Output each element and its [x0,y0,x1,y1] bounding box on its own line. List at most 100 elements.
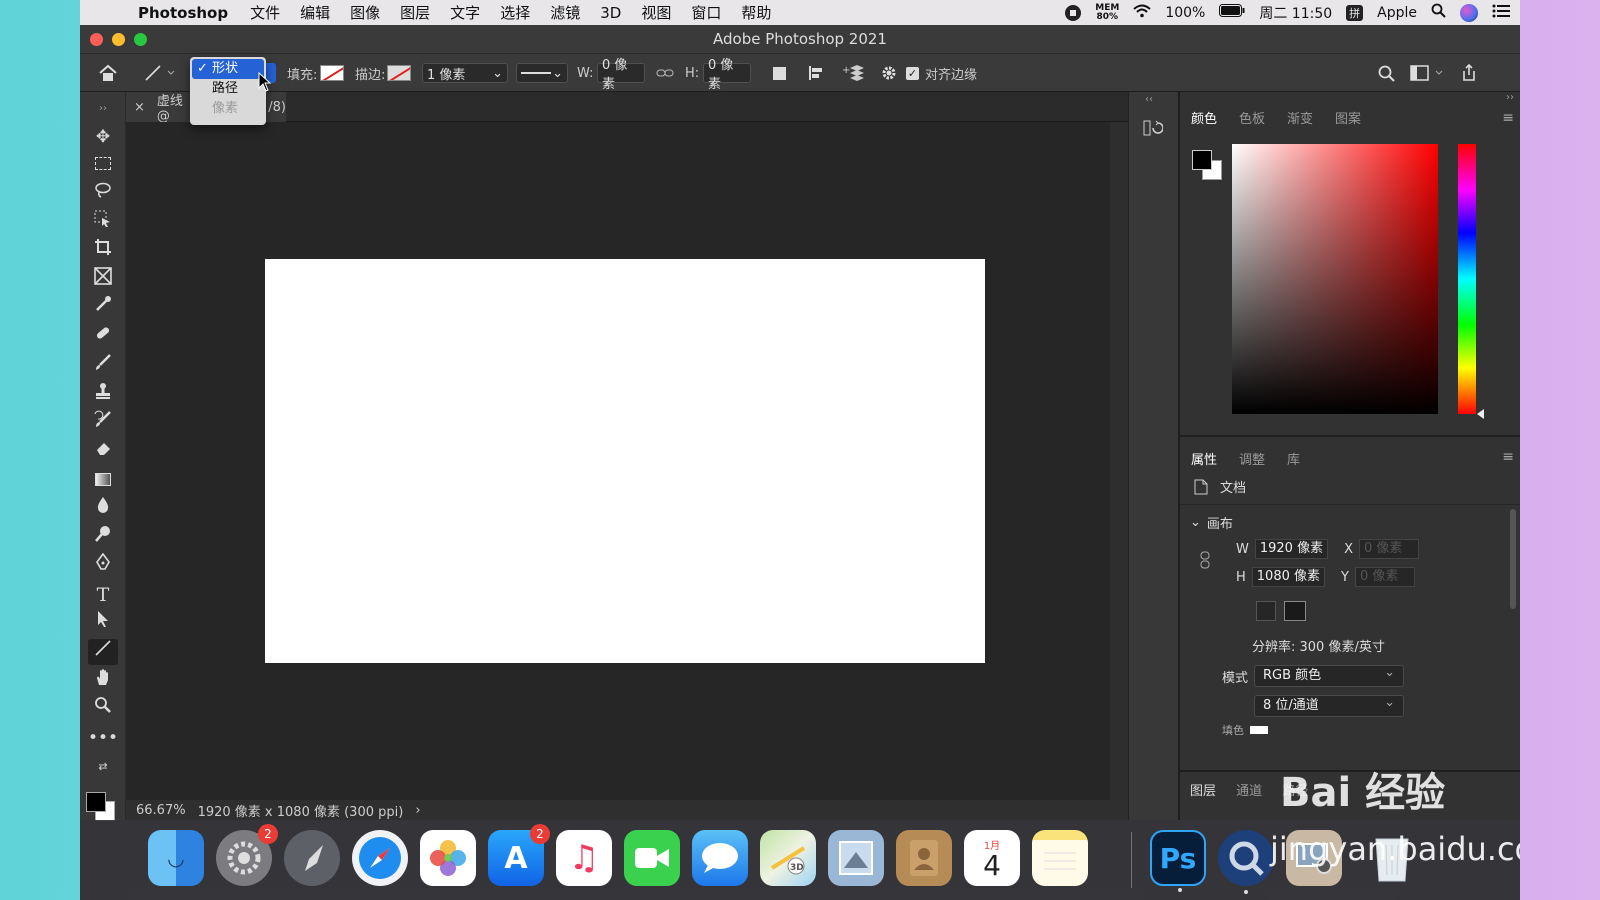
screen-record-icon[interactable] [1065,4,1082,21]
link-dimensions-icon[interactable] [656,54,674,92]
clone-stamp-tool-icon[interactable] [88,382,118,408]
zoom-window-button[interactable] [134,33,147,46]
menu-app-name[interactable]: Photoshop [138,4,228,22]
siri-icon[interactable] [1460,3,1478,22]
bit-depth-select[interactable]: 8 位/通道 [1254,693,1404,717]
close-window-button[interactable] [90,33,103,46]
object-selection-tool-icon[interactable] [88,210,118,236]
foreground-color-swatch[interactable] [86,792,106,812]
gear-icon[interactable] [880,54,898,92]
tab-color[interactable]: 颜色 [1180,108,1228,127]
menu-help[interactable]: 帮助 [741,2,771,23]
align-edges-checkbox[interactable]: ✓ [906,66,919,80]
stroke-swatch[interactable] [387,54,411,92]
canvas-x-field[interactable]: 0 像素 [1358,539,1419,559]
tab-layers[interactable]: 图层 [1190,784,1216,799]
messages-icon[interactable] [692,830,748,886]
input-method-icon[interactable]: 拼 [1346,4,1364,21]
lasso-tool-icon[interactable] [88,181,118,207]
clock[interactable]: 周二 11:50 [1259,3,1332,23]
menu-file[interactable]: 文件 [250,2,280,23]
blur-tool-icon[interactable] [88,496,118,522]
fill-swatch[interactable] [320,54,344,92]
canvas-width-field[interactable]: 1920 像素 [1254,539,1329,559]
eraser-tool-icon[interactable] [88,439,118,465]
tab-adjustments[interactable]: 调整 [1228,449,1276,468]
tab-swatches[interactable]: 色板 [1228,108,1276,127]
height-field[interactable]: 0 像素 [703,54,751,92]
collapse-toolbar-icon[interactable]: ›› [88,96,118,122]
photoshop-icon[interactable]: Ps [1150,830,1206,892]
width-field[interactable]: 0 像素 [597,54,645,92]
panel-foreground-swatch[interactable] [1192,150,1212,170]
line-tool-icon[interactable] [88,639,118,665]
swap-colors-icon[interactable]: ⇄ [88,754,118,780]
menu-filter[interactable]: 滤镜 [550,2,580,23]
menu-type[interactable]: 文字 [450,2,480,23]
link-aspect-icon[interactable] [1200,551,1210,569]
menu-layer[interactable]: 图层 [400,2,430,23]
path-arrangement-icon[interactable]: + [842,54,864,92]
tab-gradients[interactable]: 渐变 [1276,108,1324,127]
type-tool-icon[interactable]: T [88,582,118,608]
close-tab-icon[interactable]: × [134,100,145,115]
canvas-section-header[interactable]: ⌄ 画布 [1190,513,1233,532]
healing-brush-tool-icon[interactable] [88,324,118,350]
share-icon[interactable] [1460,54,1478,92]
hand-tool-icon[interactable] [88,668,118,694]
app-store-icon[interactable]: A 2 [488,824,550,886]
tab-patterns[interactable]: 图案 [1324,108,1372,127]
calendar-icon[interactable]: 1月 4 [964,830,1020,886]
notes-icon[interactable] [1032,830,1088,886]
hue-slider-handle[interactable] [1477,409,1484,419]
color-mode-select[interactable]: RGB 颜色 [1254,663,1405,687]
spotlight-search-icon[interactable] [1431,3,1446,22]
more-tools-icon[interactable]: ••• [88,725,118,751]
notification-center-icon[interactable] [1492,4,1510,22]
tab-properties[interactable]: 属性 [1180,449,1228,468]
battery-icon[interactable] [1219,4,1245,21]
document-info[interactable]: 1920 像素 x 1080 像素 (300 ppi) [198,801,404,820]
launchpad-icon[interactable] [284,830,340,886]
mode-option-path[interactable]: 路径 [190,79,266,99]
expand-panels-icon[interactable]: ›› [1506,92,1514,103]
menu-image[interactable]: 图像 [350,2,380,23]
brush-tool-icon[interactable] [88,353,118,379]
dodge-tool-icon[interactable] [88,525,118,551]
frame-tool-icon[interactable] [88,267,118,293]
gradient-tool-icon[interactable] [88,468,118,494]
user-name[interactable]: Apple [1377,5,1417,21]
zoom-level[interactable]: 66.67% [136,803,186,818]
minimize-window-button[interactable] [112,33,125,46]
maps-icon[interactable]: 3D [760,830,816,886]
workspace-layout-icon[interactable] [1410,54,1446,92]
path-selection-tool-icon[interactable] [88,610,118,636]
tab-libraries[interactable]: 库 [1276,449,1311,468]
chevron-right-icon[interactable]: › [415,803,420,818]
menu-3d[interactable]: 3D [600,4,621,22]
quicktime-icon[interactable] [1218,830,1274,894]
mem-indicator[interactable]: MEM 80% [1095,3,1119,22]
properties-scrollbar[interactable] [1510,509,1516,609]
align-edges-option[interactable]: ✓ 对齐边缘 [906,54,977,92]
canvas-y-field[interactable]: 0 像素 [1354,567,1415,587]
vertical-scrollbar[interactable] [1110,122,1128,800]
panel-menu-icon[interactable]: ≡ [1502,449,1514,465]
preview-icon[interactable] [828,830,884,886]
history-brush-tool-icon[interactable] [88,410,118,436]
menu-edit[interactable]: 编辑 [300,2,330,23]
menu-window[interactable]: 窗口 [691,2,721,23]
hue-slider[interactable] [1458,144,1476,414]
tab-channels[interactable]: 通道 [1236,784,1262,799]
marquee-tool-icon[interactable] [88,152,118,178]
wifi-icon[interactable] [1133,4,1151,22]
history-panel-icon[interactable] [1143,118,1164,141]
search-icon[interactable] [1378,54,1395,92]
menu-view[interactable]: 视图 [641,2,671,23]
home-button[interactable] [98,54,118,92]
fill-color-swatch[interactable] [1250,726,1268,734]
path-operations-icon[interactable] [773,54,786,92]
eyedropper-tool-icon[interactable] [88,295,118,321]
stroke-width-select[interactable]: 1 像素 ⌄ [422,54,508,92]
collapse-panels-icon[interactable]: ‹‹ [1145,94,1153,105]
